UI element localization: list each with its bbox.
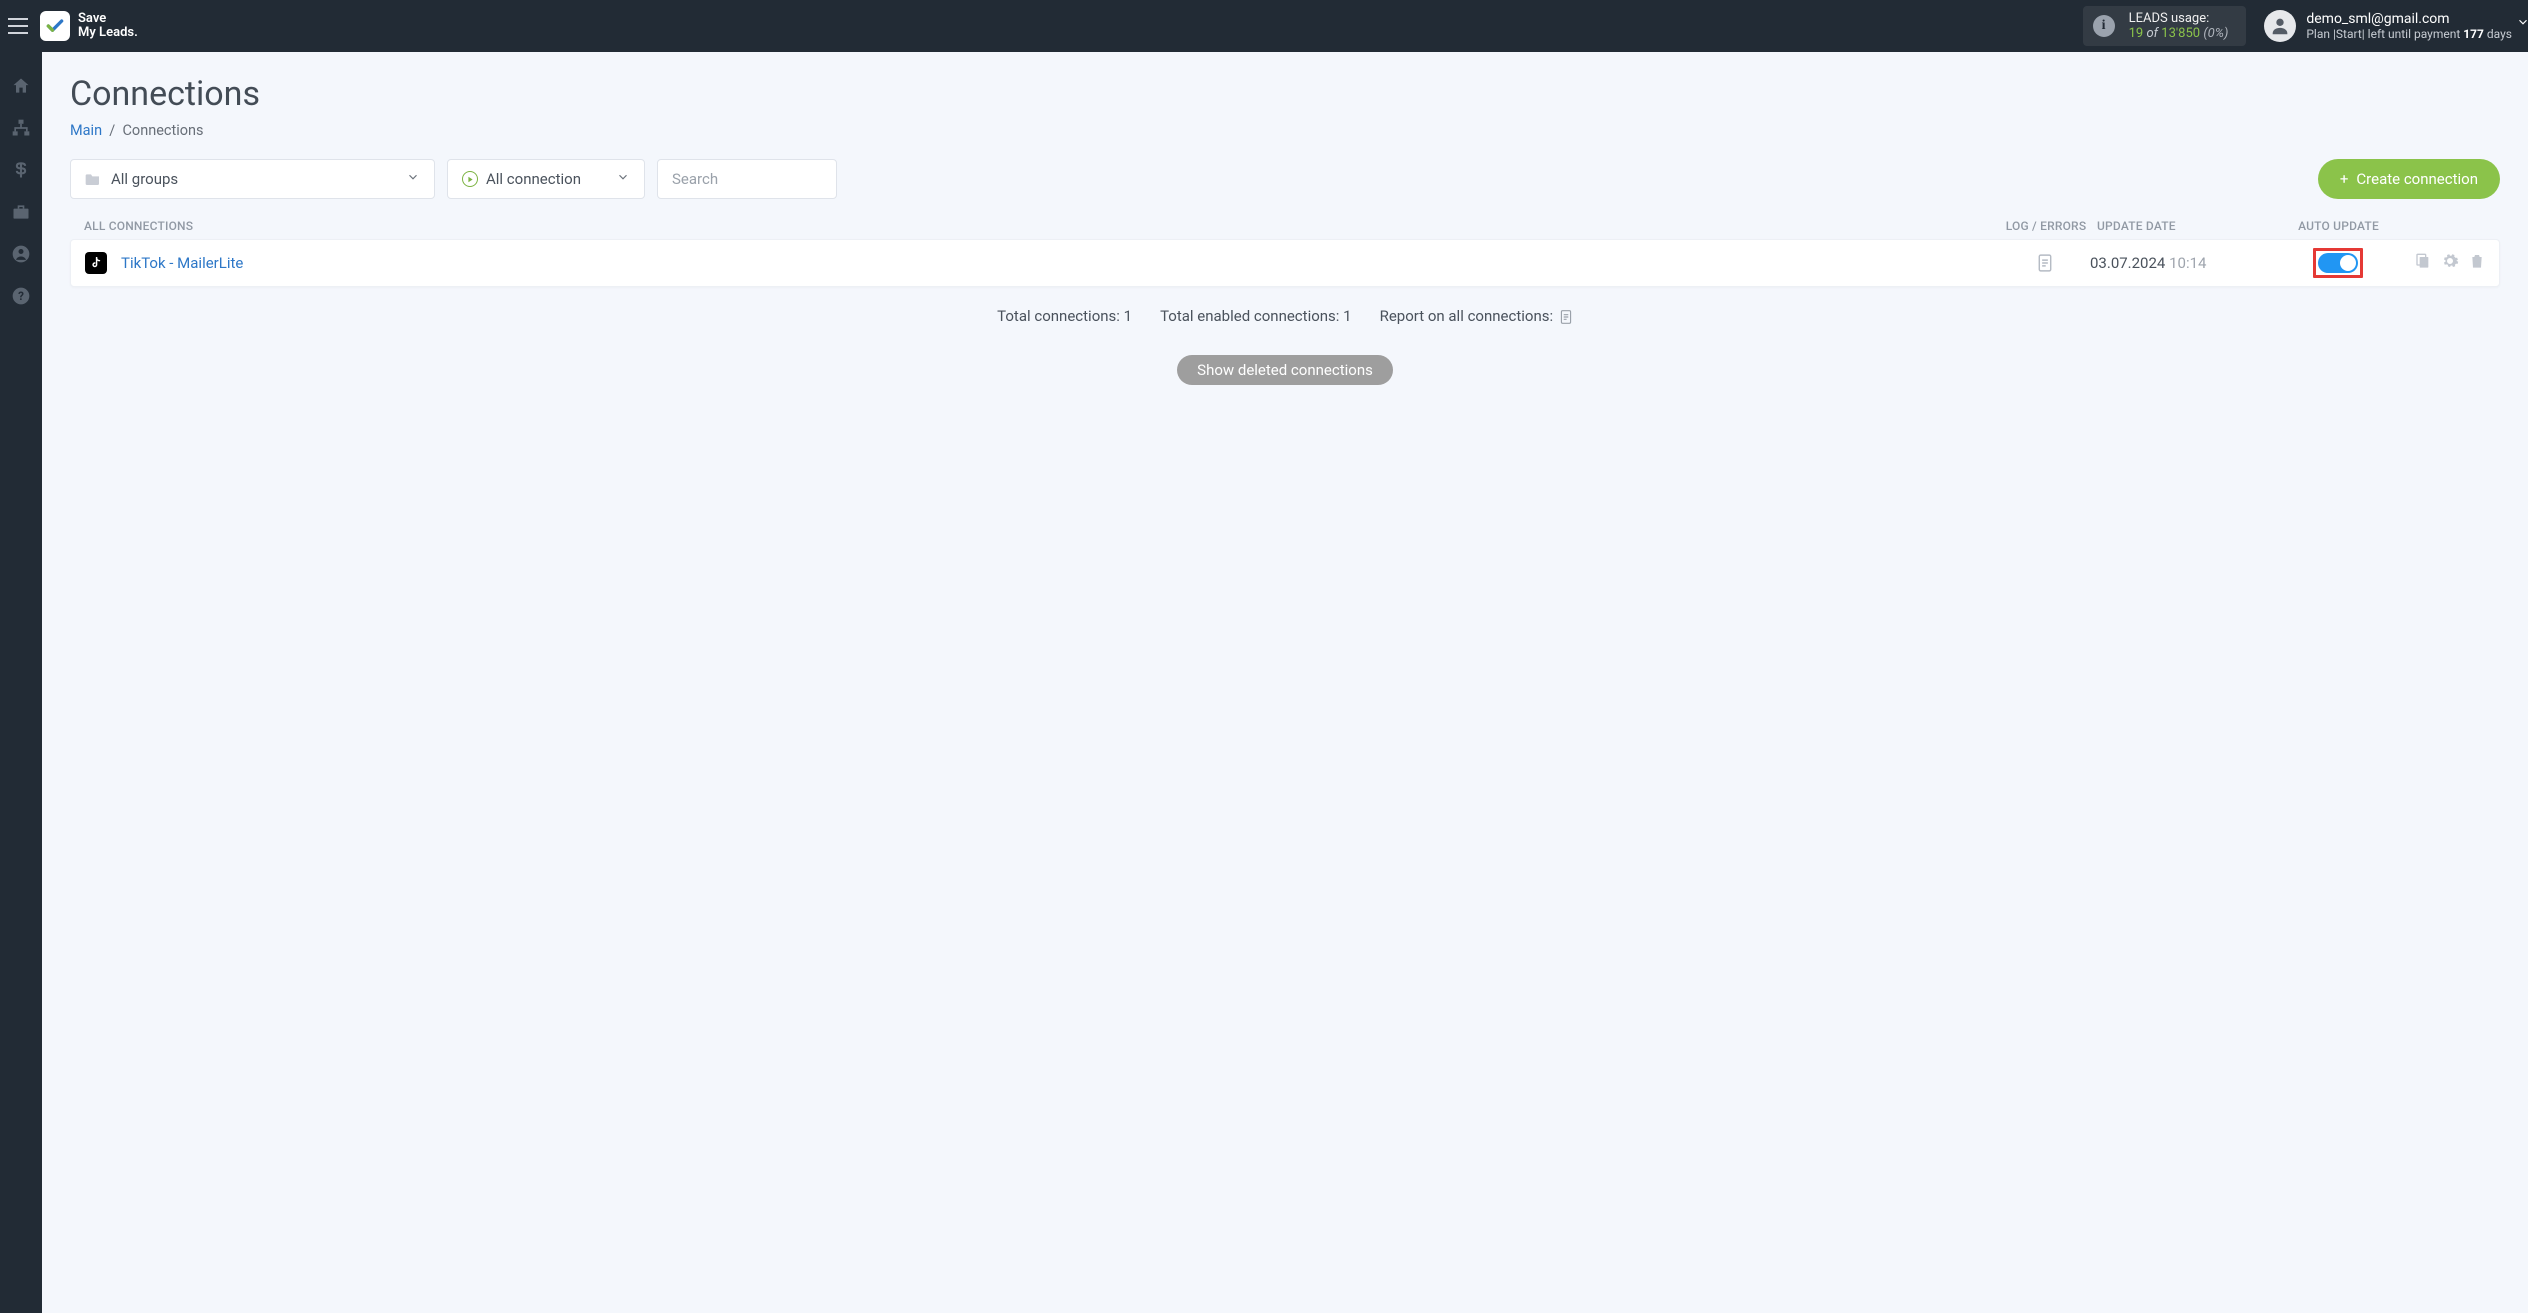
summary-row: Total connections: 1 Total enabled conne…	[70, 307, 2500, 325]
auto-update-toggle[interactable]	[2318, 253, 2358, 273]
header-log: Log / Errors	[2001, 219, 2091, 233]
user-email: demo_sml@gmail.com	[2306, 11, 2512, 27]
sitemap-icon[interactable]	[11, 118, 31, 138]
avatar-icon	[2264, 10, 2296, 42]
header-all-connections: All connections	[84, 219, 2001, 233]
table-header: All connections Log / Errors Update date…	[70, 213, 2500, 239]
leads-usage-box[interactable]: i LEADS usage: 19 of 13'850 (0%)	[2083, 6, 2247, 46]
highlight-annotation	[2313, 248, 2363, 278]
header-update-date: Update date	[2091, 219, 2291, 233]
total-enabled: Total enabled connections: 1	[1160, 307, 1352, 325]
search-input[interactable]	[657, 159, 837, 199]
user-circle-icon[interactable]	[11, 244, 31, 264]
help-icon[interactable]: ?	[11, 286, 31, 306]
sidebar: ?	[0, 52, 42, 1313]
main-content: Connections Main / Connections All group…	[42, 52, 2528, 1313]
info-icon: i	[2093, 15, 2115, 37]
document-icon	[1559, 309, 1573, 325]
create-connection-button[interactable]: + Create connection	[2318, 159, 2500, 199]
chevron-down-icon[interactable]	[2516, 14, 2528, 33]
tiktok-icon	[85, 252, 107, 274]
svg-text:?: ?	[18, 289, 24, 303]
connection-filter-dropdown[interactable]: All connection	[447, 159, 645, 199]
play-circle-icon	[462, 171, 478, 187]
plus-icon: +	[2340, 170, 2349, 188]
total-connections: Total connections: 1	[997, 307, 1132, 325]
logo-mark-icon	[40, 11, 70, 41]
update-date: 03.07.2024 10:14	[2090, 254, 2290, 272]
chevron-down-icon	[616, 170, 630, 188]
breadcrumb: Main / Connections	[70, 122, 2500, 139]
page-title: Connections	[70, 74, 2500, 114]
dollar-icon[interactable]	[11, 160, 31, 180]
user-plan: Plan |Start| left until payment 177 days	[2306, 27, 2512, 41]
connection-row: TikTok - MailerLite 03.07.2024 10:14	[70, 239, 2500, 287]
menu-toggle-icon[interactable]	[8, 18, 28, 34]
leads-label: LEADS usage:	[2129, 11, 2229, 26]
gear-icon[interactable]	[2441, 252, 2459, 274]
user-menu[interactable]: demo_sml@gmail.com Plan |Start| left unt…	[2264, 10, 2512, 42]
breadcrumb-main[interactable]: Main	[70, 122, 102, 139]
report-link[interactable]: Report on all connections:	[1380, 307, 1573, 325]
folder-icon	[85, 172, 101, 186]
leads-values: 19 of 13'850 (0%)	[2129, 26, 2229, 41]
logo[interactable]: Save My Leads.	[40, 11, 138, 41]
topbar: Save My Leads. i LEADS usage: 19 of 13'8…	[0, 0, 2528, 52]
breadcrumb-current: Connections	[122, 122, 203, 139]
connection-name-link[interactable]: TikTok - MailerLite	[121, 254, 2000, 272]
briefcase-icon[interactable]	[11, 202, 31, 222]
chevron-down-icon	[406, 170, 420, 188]
logo-text: Save My Leads.	[78, 12, 138, 40]
header-auto-update: Auto update	[2291, 219, 2386, 233]
copy-icon[interactable]	[2415, 252, 2431, 274]
groups-dropdown[interactable]: All groups	[70, 159, 435, 199]
trash-icon[interactable]	[2469, 252, 2485, 274]
show-deleted-button[interactable]: Show deleted connections	[1177, 355, 1393, 385]
log-button[interactable]	[2000, 253, 2090, 273]
home-icon[interactable]	[11, 76, 31, 96]
